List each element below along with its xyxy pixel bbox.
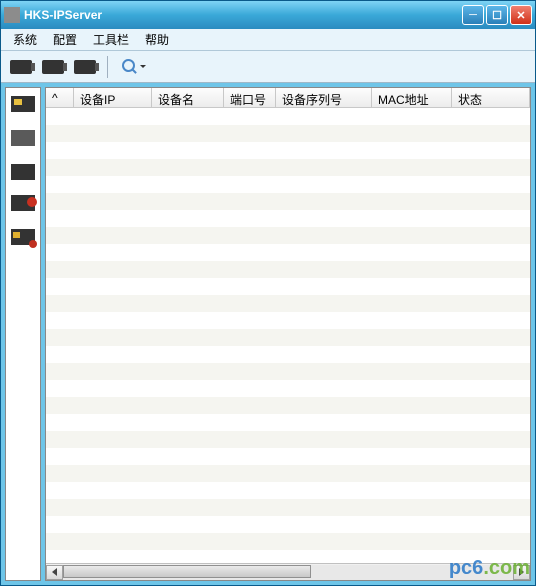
minimize-button[interactable]: ─ [462,5,484,25]
search-icon [122,59,138,75]
col-sort[interactable]: ^ [46,88,74,107]
horizontal-scrollbar[interactable] [46,563,530,580]
device-icon [10,60,32,74]
table-header: ^ 设备IP 设备名 端口号 设备序列号 MAC地址 状态 [46,88,530,108]
close-icon: ✕ [516,9,525,22]
sidebar [5,87,41,581]
arrow-right-icon [519,568,524,576]
toolbar-device1-button[interactable] [7,55,35,79]
maximize-icon: ☐ [492,9,502,22]
device-icon [74,60,96,74]
toolbar [1,51,535,83]
menu-help[interactable]: 帮助 [137,29,177,50]
toolbar-separator [107,56,108,78]
sidebar-filter-stack[interactable] [11,167,35,177]
window-title: HKS-IPServer [24,8,460,22]
device-table: ^ 设备IP 设备名 端口号 设备序列号 MAC地址 状态 [46,88,530,563]
menubar: 系统 配置 工具栏 帮助 [1,29,535,51]
main-panel: ^ 设备IP 设备名 端口号 设备序列号 MAC地址 状态 [45,87,531,581]
titlebar[interactable]: HKS-IPServer ─ ☐ ✕ [1,1,535,29]
sidebar-filter-alarm[interactable] [11,195,35,211]
scroll-right-button[interactable] [513,565,530,580]
sidebar-filter-nvr[interactable] [11,130,35,146]
arrow-left-icon [52,568,57,576]
app-window: HKS-IPServer ─ ☐ ✕ 系统 配置 工具栏 帮助 [0,0,536,586]
toolbar-device3-button[interactable] [71,55,99,79]
menu-system[interactable]: 系统 [5,29,45,50]
table-body[interactable] [46,108,530,563]
col-port[interactable]: 端口号 [224,88,276,107]
menu-config[interactable]: 配置 [45,29,85,50]
minimize-icon: ─ [469,9,477,21]
menu-toolbar[interactable]: 工具栏 [85,29,137,50]
close-button[interactable]: ✕ [510,5,532,25]
sidebar-filter-mixed[interactable] [11,229,35,245]
scroll-left-button[interactable] [46,565,63,580]
scroll-track[interactable] [63,565,513,580]
chevron-down-icon [140,65,146,68]
col-serial[interactable]: 设备序列号 [276,88,372,107]
sidebar-filter-dvr[interactable] [11,96,35,112]
device-icon [42,60,64,74]
maximize-button[interactable]: ☐ [486,5,508,25]
scroll-thumb[interactable] [63,565,311,578]
col-status[interactable]: 状态 [452,88,530,107]
toolbar-search-button[interactable] [116,55,152,79]
client-area: ^ 设备IP 设备名 端口号 设备序列号 MAC地址 状态 [1,83,535,585]
col-device-name[interactable]: 设备名 [152,88,224,107]
col-device-ip[interactable]: 设备IP [74,88,152,107]
toolbar-device2-button[interactable] [39,55,67,79]
app-icon [4,7,20,23]
col-mac[interactable]: MAC地址 [372,88,452,107]
